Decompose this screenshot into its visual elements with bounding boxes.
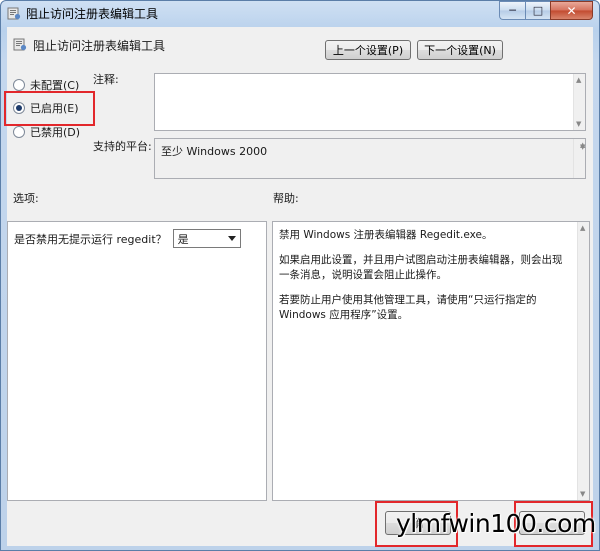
scroll-up-icon[interactable]: ▲: [576, 76, 581, 84]
comment-scrollbar[interactable]: ▲ ▼: [573, 74, 585, 130]
help-paragraph: 若要防止用户使用其他管理工具，请使用“只运行指定的 Windows 应用程序”设…: [279, 294, 537, 321]
option-select-value: 是: [177, 232, 189, 246]
policy-icon: [13, 38, 27, 51]
options-label: 选项:: [13, 192, 39, 205]
comment-label: 注释:: [93, 73, 119, 86]
help-paragraph: 如果启用此设置，并且用户试图启动注册表编辑器，则会出现一条消息，说明设置会阻止此…: [279, 254, 563, 281]
watermark-text: ylmfwin100.com: [396, 509, 596, 538]
platform-label: 支持的平台:: [93, 140, 152, 153]
minimize-icon: ─: [509, 4, 516, 17]
scroll-down-icon[interactable]: ▼: [580, 490, 585, 498]
previous-setting-button[interactable]: 上一个设置(P): [325, 40, 411, 60]
platform-field: 至少 Windows 2000 ▲ ▼: [154, 138, 586, 179]
highlight-enabled-box: [4, 91, 95, 126]
option-row: 是否禁用无提示运行 regedit？ 是: [14, 229, 241, 248]
help-scrollbar[interactable]: ▲ ▼: [577, 222, 589, 500]
title-bar[interactable]: 阻止访问注册表编辑工具 ─ □ ✕: [1, 1, 599, 25]
platform-scrollbar[interactable]: ▲ ▼: [573, 139, 585, 178]
maximize-icon: □: [532, 4, 544, 17]
option-select[interactable]: 是: [172, 229, 241, 248]
radio-circle[interactable]: [13, 79, 25, 91]
window-title: 阻止访问注册表编辑工具: [26, 7, 159, 21]
comment-textarea[interactable]: ▲ ▼: [154, 73, 586, 131]
platform-value: 至少 Windows 2000: [161, 145, 268, 158]
scroll-down-icon[interactable]: ▼: [576, 120, 581, 128]
help-panel: 禁用 Windows 注册表编辑器 Regedit.exe。 如果启用此设置，并…: [272, 221, 590, 501]
chevron-down-icon: [227, 236, 236, 241]
maximize-button[interactable]: □: [525, 1, 550, 20]
dialog-window: 阻止访问注册表编辑工具 ─ □ ✕ 阻止访问注册表编辑工具 上一个设置(P) 下…: [0, 0, 600, 551]
dialog-body: 阻止访问注册表编辑工具 上一个设置(P) 下一个设置(N) 未配置(C) 已启用…: [4, 27, 593, 547]
scroll-up-icon[interactable]: ▲: [580, 224, 585, 232]
option-question: 是否禁用无提示运行 regedit？: [14, 232, 167, 246]
scroll-down-icon[interactable]: ▼: [580, 143, 585, 176]
setting-title: 阻止访问注册表编辑工具: [33, 39, 166, 53]
radio-label: 已禁用(D): [30, 126, 81, 139]
close-button[interactable]: ✕: [550, 1, 593, 20]
help-label: 帮助:: [273, 192, 299, 205]
minimize-button[interactable]: ─: [499, 1, 525, 20]
policy-icon: [7, 7, 21, 20]
radio-disabled[interactable]: 已禁用(D): [13, 124, 80, 140]
close-icon: ✕: [566, 3, 577, 18]
help-paragraph: 禁用 Windows 注册表编辑器 Regedit.exe。: [279, 229, 493, 241]
options-panel: 是否禁用无提示运行 regedit？ 是: [7, 221, 267, 501]
help-text: 禁用 Windows 注册表编辑器 Regedit.exe。 如果启用此设置，并…: [279, 228, 571, 333]
next-setting-button[interactable]: 下一个设置(N): [417, 40, 503, 60]
radio-circle[interactable]: [13, 126, 25, 138]
